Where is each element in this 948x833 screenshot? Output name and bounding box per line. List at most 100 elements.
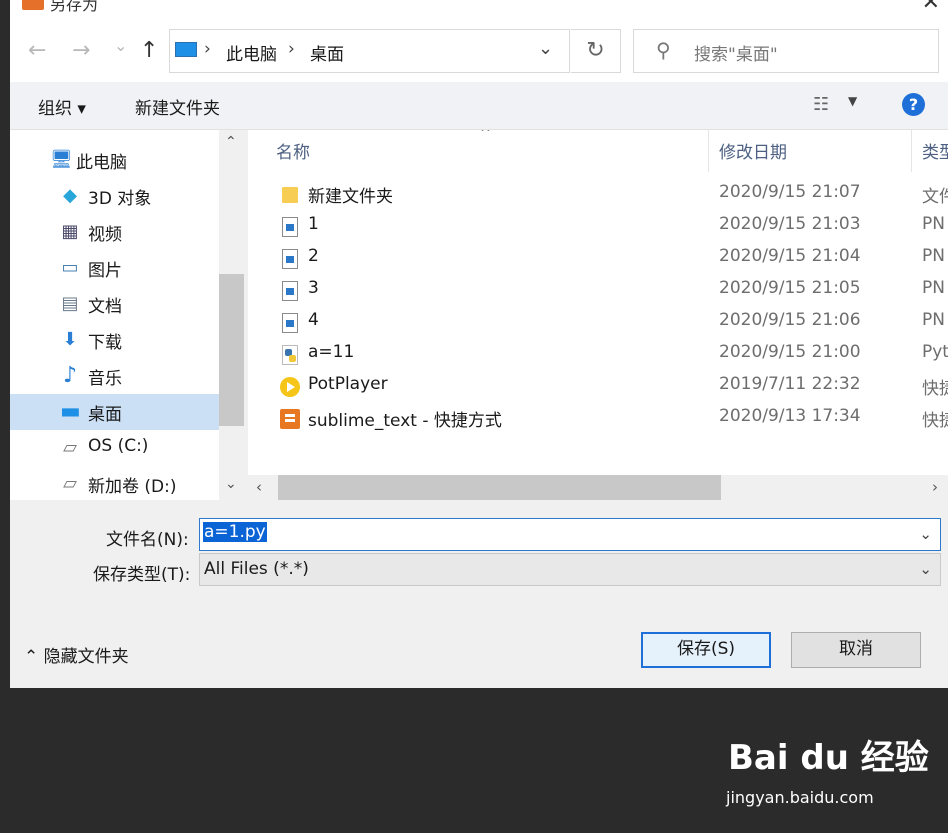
column-divider[interactable] [708, 130, 709, 172]
png-image-icon [282, 281, 298, 301]
file-type: PN [922, 246, 945, 266]
sidebar-item-3d-objects[interactable]: ◆ 3D 对象 [10, 178, 219, 214]
sidebar-item-drive-c[interactable]: ▱ OS (C:) [10, 430, 219, 466]
window-title: 另存为 [50, 0, 99, 14]
sublime-text-shortcut-icon [280, 409, 300, 429]
help-icon[interactable]: ? [902, 93, 925, 116]
python-file-icon [282, 345, 298, 365]
pictures-icon: ▭ [61, 257, 79, 278]
up-arrow-icon[interactable]: ↑ [140, 38, 158, 63]
sidebar-item-label: OS (C:) [88, 436, 149, 456]
scroll-down-chevron-icon[interactable]: ⌄ [225, 476, 237, 492]
breadcrumb-this-pc[interactable]: 此电脑 [226, 40, 277, 65]
table-row[interactable]: PotPlayer 2019/7/11 22:32 快捷 [248, 371, 948, 403]
watermark-brand: Bai du 经验 [728, 738, 929, 778]
drive-d-icon: ▱ [63, 473, 77, 494]
view-options-icon[interactable]: ☷ [813, 94, 829, 115]
filename-input[interactable]: a=1.py ⌄ [199, 518, 941, 551]
address-dropdown-chevron-icon[interactable]: ⌄ [538, 38, 553, 59]
scrollbar-thumb[interactable] [219, 274, 244, 426]
chevron-down-icon[interactable]: ⌄ [919, 525, 932, 543]
file-date: 2020/9/15 21:06 [719, 310, 861, 330]
png-image-icon [282, 217, 298, 237]
sidebar-item-pictures[interactable]: ▭ 图片 [10, 250, 219, 286]
breadcrumb-separator-icon[interactable]: › [204, 39, 211, 59]
filename-label: 文件名(N): [106, 530, 189, 550]
search-input[interactable]: 搜索"桌面" [694, 40, 778, 65]
view-dropdown-icon[interactable]: ▼ [848, 94, 857, 108]
table-row[interactable]: 新建文件夹 2020/9/15 21:07 文件 [248, 179, 948, 211]
filetype-select[interactable]: All Files (*.*) ⌄ [199, 553, 941, 586]
refresh-icon[interactable]: ↻ [571, 29, 621, 73]
table-row[interactable]: sublime_text - 快捷方式 2020/9/13 17:34 快捷 [248, 403, 948, 435]
new-folder-button[interactable]: 新建文件夹 [135, 94, 220, 119]
table-row[interactable]: 4 2020/9/15 21:06 PN [248, 307, 948, 339]
cancel-button[interactable]: 取消 [791, 632, 921, 668]
this-pc-monitor-icon [175, 42, 197, 57]
forward-arrow-icon[interactable]: → [72, 38, 90, 63]
sidebar-item-desktop[interactable]: ▬ 桌面 [10, 394, 219, 430]
breadcrumb-separator-icon[interactable]: › [288, 39, 295, 59]
scrollbar-thumb[interactable] [278, 475, 721, 500]
table-row[interactable]: 3 2020/9/15 21:05 PN [248, 275, 948, 307]
watermark-url: jingyan.baidu.com [726, 788, 874, 807]
music-icon: ♪ [62, 363, 78, 388]
address-bar[interactable]: › 此电脑 › 桌面 ⌄ [169, 29, 570, 73]
save-button[interactable]: 保存(S) [641, 632, 771, 668]
drive-c-icon: ▱ [63, 437, 77, 458]
recent-locations-chevron-icon[interactable]: ⌄ [114, 36, 127, 55]
baidu-jingyan-watermark-logo: Bai du 经验 jingyan.baidu.com [726, 730, 938, 820]
filename-value[interactable]: a=1.py [203, 522, 267, 542]
table-row[interactable]: 2 2020/9/15 21:04 PN [248, 243, 948, 275]
documents-icon: ▤ [61, 293, 79, 314]
file-list-pane: ^ 名称 修改日期 类型 新建文件夹 2020/9/15 21:07 文件 1 … [248, 130, 948, 500]
sublime-app-icon [22, 0, 44, 10]
close-icon[interactable]: ✕ [922, 0, 940, 14]
table-row[interactable]: 1 2020/9/15 21:03 PN [248, 211, 948, 243]
search-icon: ⚲ [656, 38, 671, 62]
file-date: 2020/9/15 21:00 [719, 342, 861, 362]
computer-icon: 🖥 [50, 149, 73, 170]
command-toolbar: 组织 ▾ 新建文件夹 ☷ ▼ ? [10, 82, 948, 130]
file-name: 2 [308, 246, 319, 266]
sidebar-item-music[interactable]: ♪ 音乐 [10, 358, 219, 394]
table-row[interactable]: a=11 2020/9/15 21:00 Pyt [248, 339, 948, 371]
file-type: 快捷 [922, 411, 948, 431]
file-date: 2020/9/15 21:07 [719, 182, 861, 202]
folder-icon [282, 187, 298, 203]
hide-folders-toggle[interactable]: ⌃ 隐藏文件夹 [24, 642, 129, 667]
search-box[interactable]: ⚲ 搜索"桌面" [633, 29, 939, 73]
back-arrow-icon[interactable]: ← [28, 38, 46, 63]
sidebar-item-videos[interactable]: ▦ 视频 [10, 214, 219, 250]
scroll-up-chevron-icon[interactable]: ⌃ [225, 134, 237, 150]
file-name: sublime_text - 快捷方式 [308, 411, 502, 431]
navigation-pane-scrollbar[interactable]: ⌃ ⌄ [219, 130, 244, 500]
filetype-value: All Files (*.*) [204, 559, 309, 579]
file-date: 2020/9/15 21:03 [719, 214, 861, 234]
file-name: PotPlayer [308, 374, 388, 394]
3d-objects-icon: ◆ [63, 185, 77, 206]
sidebar-item-documents[interactable]: ▤ 文档 [10, 286, 219, 322]
sidebar-item-downloads[interactable]: ⬇ 下载 [10, 322, 219, 358]
breadcrumb-desktop[interactable]: 桌面 [310, 40, 344, 65]
navigation-bar: ← → ⌄ ↑ › 此电脑 › 桌面 ⌄ ↻ ⚲ 搜索"桌面" [10, 14, 948, 82]
title-bar: 另存为 ✕ [10, 0, 948, 14]
sidebar-item-label: 文档 [88, 297, 122, 317]
scroll-right-chevron-icon[interactable]: › [932, 478, 938, 496]
file-type: 快捷 [922, 379, 948, 399]
column-divider[interactable] [911, 130, 912, 172]
file-date: 2020/9/15 21:05 [719, 278, 861, 298]
file-list-horizontal-scrollbar[interactable]: ‹ › [248, 475, 948, 500]
desktop-icon: ▬ [60, 399, 81, 424]
organize-button[interactable]: 组织 ▾ [38, 94, 86, 119]
sidebar-item-label: 音乐 [88, 369, 122, 389]
sidebar-item-this-pc[interactable]: 🖥 此电脑 [10, 142, 219, 178]
scroll-left-chevron-icon[interactable]: ‹ [256, 478, 262, 496]
column-header-type[interactable]: 类型 [922, 138, 948, 163]
chevron-down-icon[interactable]: ⌄ [919, 560, 932, 578]
save-as-dialog: 另存为 ✕ ← → ⌄ ↑ › 此电脑 › 桌面 ⌄ ↻ ⚲ 搜索"桌面" 组织… [10, 0, 948, 688]
sidebar-item-drive-d[interactable]: ▱ 新加卷 (D:) [10, 466, 219, 502]
sort-ascending-icon: ^ [480, 130, 491, 141]
column-header-name[interactable]: 名称 [276, 138, 310, 163]
column-header-date-modified[interactable]: 修改日期 [719, 138, 787, 163]
